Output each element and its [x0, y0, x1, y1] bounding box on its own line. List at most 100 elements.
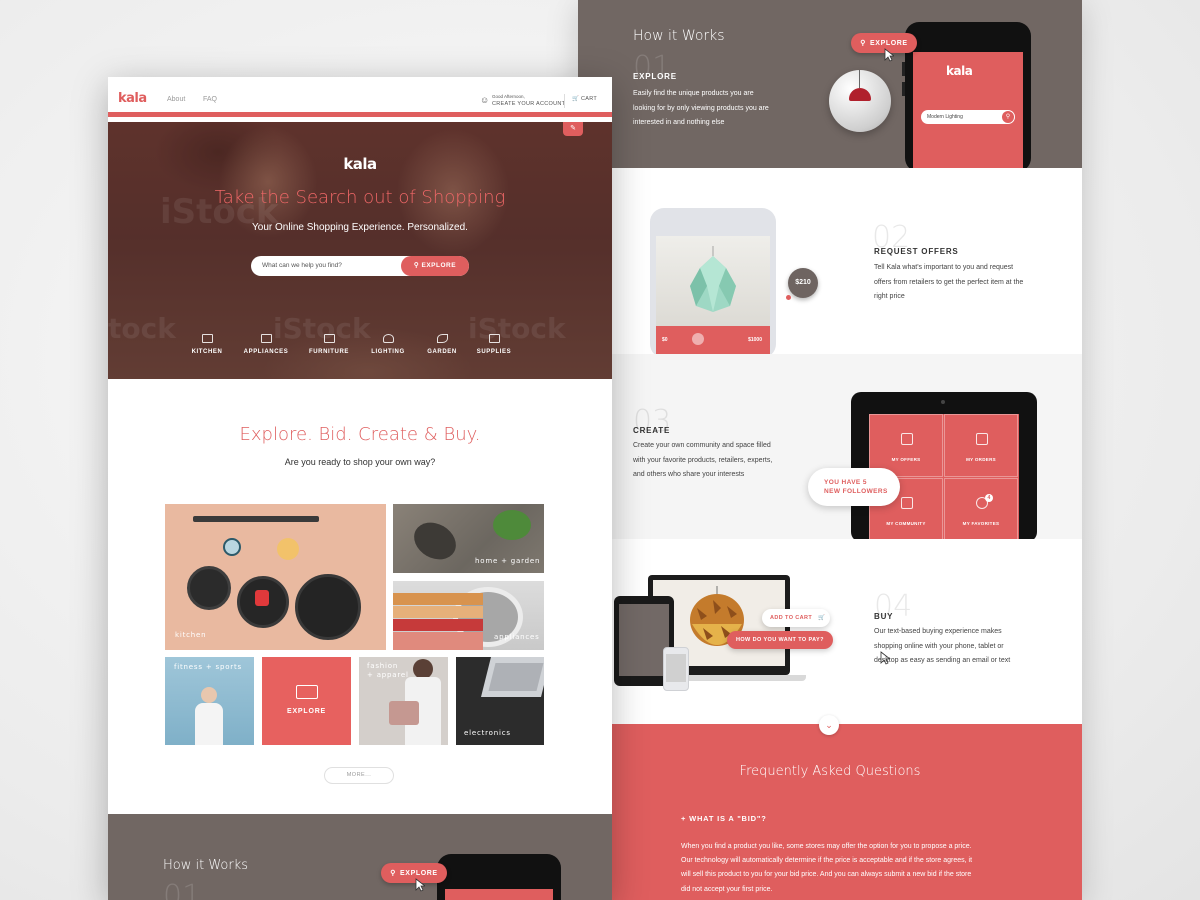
origami-lamp-image [656, 236, 770, 328]
faq-title: Frequently Asked Questions [739, 764, 921, 779]
search-bar: What can we help you find? ⚲ EXPLORE [251, 256, 469, 276]
how-it-works-page: How it Works 01 EXPLORE Easily find the … [578, 0, 1082, 900]
step-description: Create your own community and space fill… [633, 439, 772, 483]
step-title: EXPLORE [633, 72, 677, 81]
slider-max: $1000 [748, 337, 762, 343]
explore-button-label: EXPLORE [421, 262, 457, 269]
search-icon: ⚲ [860, 40, 867, 47]
faq-question[interactable]: + WHAT IS A "BID"? [681, 814, 767, 823]
more-button[interactable]: MORE... [324, 767, 394, 784]
tile-label: electronics [464, 729, 511, 737]
my-orders-tile[interactable]: MY ORDERS [944, 414, 1018, 477]
price-slider[interactable]: $0 $1000 [656, 326, 770, 354]
tile-fitness-sports[interactable]: fitness + sports [165, 657, 254, 745]
tile-home-garden[interactable]: home + garden [393, 504, 544, 573]
step-title: BUY [874, 612, 894, 621]
desc-line: with your favorite products, retailers, … [633, 456, 773, 464]
cart-icon: 🛒 [818, 615, 826, 621]
category-label: GARDEN [427, 349, 457, 355]
explore-heading: Explore. Bid. Create & Buy. [239, 424, 481, 445]
payment-prompt: HOW DO YOU WANT TO PAY? [727, 631, 833, 649]
category-label: APPLIANCES [243, 349, 289, 355]
clipboard-icon [976, 433, 988, 445]
phone-mockup [437, 854, 561, 900]
phone-search-value: Modern Lighting [927, 114, 963, 120]
new-followers-toast: YOU HAVE 5 NEW FOLLOWERS [808, 468, 900, 506]
tile-label: MY OFFERS [891, 457, 921, 462]
community-icon [901, 497, 913, 509]
nav-about-link[interactable]: About [167, 96, 185, 103]
appliances-icon [260, 334, 272, 343]
explore-subheading: Are you ready to shop your own way? [284, 457, 436, 467]
kitchen-icon [201, 334, 213, 343]
tile-kitchen[interactable]: kitchen [165, 504, 386, 650]
faq-answer: When you find a product you like, some s… [681, 843, 973, 893]
tag-icon [901, 433, 913, 445]
how-it-works-section: How it Works 01 EXPLORE Easily find the … [578, 0, 1082, 172]
step-number: 01 [163, 879, 202, 900]
tile-appliances[interactable]: appliances [393, 581, 544, 650]
step-description: Easily find the unique products you are … [633, 87, 769, 131]
explore-button[interactable]: ⚲ EXPLORE [381, 863, 447, 883]
how-it-works-section: How it Works 01 ⚲ EXPLORE [108, 814, 612, 900]
add-to-cart-label: ADD TO CART [770, 615, 813, 621]
tablet-mockup: MY OFFERS MY ORDERS MY COMMUNITY 4 MY FAV… [851, 392, 1037, 542]
how-it-works-title: How it Works [163, 858, 249, 873]
desc-line: Tell Kala what's important to you and re… [874, 264, 1014, 271]
search-icon[interactable]: ⚲ [1002, 111, 1014, 123]
followers-line: YOU HAVE 5 [824, 479, 867, 486]
furniture-icon [323, 334, 335, 343]
step-description: Our text-based buying experience makes s… [874, 625, 1010, 669]
tile-electronics[interactable]: electronics [456, 657, 544, 745]
add-to-cart-button[interactable]: ADD TO CART 🛒 [762, 609, 830, 627]
category-garden[interactable]: GARDEN [412, 334, 472, 355]
tile-explore[interactable]: EXPLORE [262, 657, 351, 745]
step-description: Tell Kala what's important to you and re… [874, 261, 1023, 305]
tile-label-line: + apparel [367, 671, 409, 679]
category-appliances[interactable]: APPLIANCES [236, 334, 296, 355]
phone-mockup: $0 $1000 [650, 208, 776, 358]
search-input[interactable]: What can we help you find? [262, 262, 342, 269]
tile-label: fashion + apparel [367, 662, 409, 680]
supplies-icon [488, 334, 500, 343]
tile-label: appliances [494, 633, 540, 641]
search-icon: ⚲ [390, 870, 397, 877]
my-favorites-tile[interactable]: 4 MY FAVORITES [944, 478, 1018, 541]
top-nav: kala About FAQ ☺ Good Afternoon, CREATE … [108, 77, 612, 117]
request-offers-section: $0 $1000 $210 02 REQUEST OFFERS Tell Kal… [612, 168, 1082, 358]
tile-label: fitness + sports [174, 663, 242, 671]
tile-label: MY FAVORITES [962, 521, 1000, 526]
step-title: REQUEST OFFERS [874, 247, 959, 256]
category-label: KITCHEN [191, 349, 223, 355]
tile-label: MY ORDERS [966, 457, 996, 462]
kala-logo[interactable]: kala [118, 91, 147, 106]
phone-mockup [663, 647, 689, 691]
chevron-down-icon[interactable]: ⌄ [819, 715, 839, 735]
category-lighting[interactable]: LIGHTING [358, 334, 418, 355]
nav-faq-link[interactable]: FAQ [203, 96, 217, 103]
category-label: LIGHTING [371, 349, 405, 355]
faq-section: ⌄ Frequently Asked Questions + WHAT IS A… [612, 715, 1082, 900]
tile-label: kitchen [175, 631, 207, 639]
cursor-icon [884, 48, 894, 62]
category-supplies[interactable]: SUPPLIES [464, 334, 524, 355]
cursor-icon [415, 878, 425, 892]
desc-line: looking for by only viewing products you… [633, 104, 769, 112]
category-kitchen[interactable]: KITCHEN [177, 334, 237, 355]
explore-search-button[interactable]: ⚲ EXPLORE [401, 256, 469, 276]
tile-label-line: fashion [367, 662, 399, 670]
category-furniture[interactable]: FURNITURE [299, 334, 359, 355]
price-bubble: $210 [788, 268, 818, 298]
home-page: kala About FAQ ☺ Good Afternoon, CREATE … [108, 77, 612, 900]
cart-link[interactable]: 🛒 CART [572, 96, 597, 102]
hero-subtitle: Your Online Shopping Experience. Persona… [252, 222, 468, 233]
slider-handle[interactable] [692, 333, 704, 345]
tile-fashion-apparel[interactable]: fashion + apparel [359, 657, 448, 745]
phone-search-input[interactable]: Modern Lighting ⚲ [921, 110, 1015, 124]
leaf-icon [436, 334, 448, 343]
chat-icon[interactable]: ✎ [563, 122, 583, 136]
phone-mockup: kala Modern Lighting ⚲ [902, 22, 1031, 172]
desc-line: Create your own community and space fill… [633, 442, 771, 449]
storefront-icon [296, 685, 318, 699]
step-title: CREATE [633, 426, 671, 435]
